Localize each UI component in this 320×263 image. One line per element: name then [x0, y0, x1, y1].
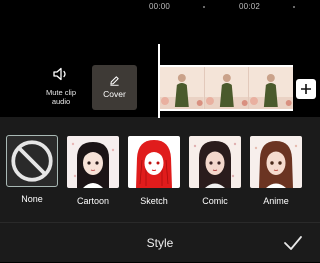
- style-label-anime: Anime: [263, 196, 289, 206]
- style-thumb-sketch: [127, 135, 181, 189]
- style-option-comic[interactable]: Comic: [188, 135, 242, 206]
- style-options: None Cartoon Sketch Comic Anime: [0, 117, 320, 217]
- style-label-sketch: Sketch: [140, 196, 168, 206]
- style-thumb-anime: [249, 135, 303, 189]
- playhead[interactable]: [158, 44, 160, 118]
- ruler-dot: [203, 6, 205, 8]
- panel-title: Style: [146, 236, 174, 250]
- edit-pencil-icon: [110, 76, 119, 86]
- clip-frame: [204, 67, 250, 109]
- cover-button[interactable]: Cover: [92, 65, 137, 110]
- cover-label: Cover: [103, 89, 126, 99]
- style-label-none: None: [21, 194, 43, 204]
- ruler-dot: [293, 6, 295, 8]
- mute-clip-audio-label: Mute clip audio: [45, 88, 76, 106]
- panel-bottom-bar: Style: [0, 222, 320, 263]
- style-thumb-cartoon: [66, 135, 120, 189]
- style-thumb-none: [6, 135, 58, 187]
- style-option-cartoon[interactable]: Cartoon: [66, 135, 120, 206]
- style-panel: None Cartoon Sketch Comic Anime Style: [0, 117, 320, 262]
- checkmark-icon[interactable]: [283, 235, 303, 251]
- timecode-start: 00:00: [149, 2, 171, 11]
- video-clip[interactable]: [160, 65, 293, 111]
- timecode-mark: 00:02: [239, 2, 261, 11]
- mute-clip-audio-button[interactable]: Mute clip audio: [40, 66, 82, 106]
- style-thumb-comic: [188, 135, 242, 189]
- clip-frame: [249, 67, 293, 109]
- time-ruler: 00:00 00:02: [0, 0, 320, 14]
- timeline-editor: 00:00 00:02 Mute clip audio Cover: [0, 0, 320, 118]
- clip-frame: [160, 67, 205, 109]
- no-symbol-icon: [11, 140, 53, 182]
- speaker-icon: [53, 67, 66, 81]
- style-label-comic: Comic: [202, 196, 228, 206]
- style-label-cartoon: Cartoon: [76, 196, 110, 206]
- style-option-anime[interactable]: Anime: [249, 135, 303, 206]
- style-option-none[interactable]: None: [5, 135, 59, 204]
- add-clip-button[interactable]: [296, 79, 316, 99]
- plus-icon: [301, 84, 311, 94]
- style-option-sketch[interactable]: Sketch: [127, 135, 181, 206]
